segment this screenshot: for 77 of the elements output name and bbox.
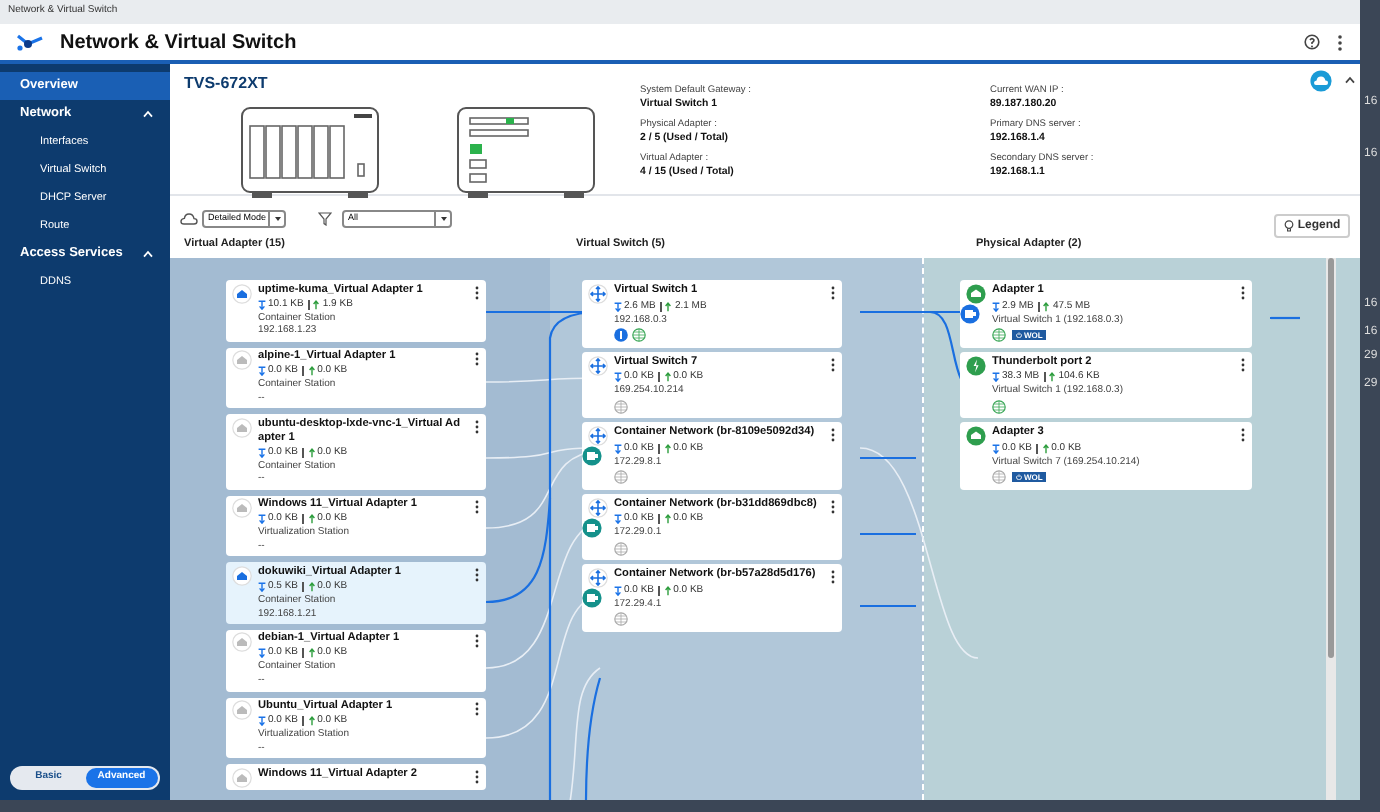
power-icon — [1016, 332, 1022, 338]
upload-arrow-icon — [663, 372, 672, 382]
dropdown-caret-icon — [273, 215, 281, 221]
download-arrow-icon — [614, 443, 622, 453]
collapse-caret-icon[interactable] — [1344, 76, 1356, 84]
more-icon[interactable] — [830, 499, 836, 513]
upload-arrow-icon — [663, 443, 672, 453]
more-icon[interactable] — [1240, 428, 1246, 442]
power-icon — [1016, 474, 1022, 480]
download-arrow-icon — [992, 372, 1000, 382]
download-arrow-icon — [258, 581, 266, 592]
upload-arrow-icon — [307, 514, 316, 525]
filter-icon — [318, 211, 332, 225]
nas-back-drawing — [456, 106, 596, 200]
port-icon[interactable] — [960, 304, 980, 324]
download-arrow-icon — [614, 301, 622, 311]
ethernet-icon — [966, 426, 986, 446]
more-icon[interactable] — [830, 357, 836, 371]
help-icon[interactable] — [1304, 34, 1320, 50]
more-icon[interactable] — [474, 567, 480, 582]
upload-arrow-icon — [664, 301, 673, 311]
more-icon[interactable] — [830, 286, 836, 300]
download-arrow-icon — [258, 447, 266, 458]
upload-arrow-icon — [663, 585, 672, 595]
lightbulb-icon — [1283, 220, 1294, 232]
port-icon[interactable] — [582, 588, 602, 608]
connection-line — [1270, 316, 1300, 320]
upload-arrow-icon — [312, 299, 321, 309]
upload-arrow-icon — [1041, 443, 1050, 453]
scrollbar[interactable] — [1326, 258, 1336, 800]
upload-arrow-icon — [307, 581, 316, 592]
network-logo-icon — [16, 32, 44, 52]
more-icon[interactable] — [474, 769, 480, 784]
download-arrow-icon — [614, 585, 622, 595]
more-icon[interactable] — [474, 500, 480, 515]
upload-arrow-icon — [307, 447, 316, 458]
thunderbolt-icon — [966, 355, 986, 375]
upload-arrow-icon — [307, 716, 316, 727]
device-name: TVS-672XT — [184, 72, 270, 96]
ethernet-icon — [966, 284, 986, 304]
upload-arrow-icon — [1048, 372, 1057, 382]
download-arrow-icon — [258, 648, 266, 659]
upload-arrow-icon — [307, 366, 316, 377]
download-arrow-icon — [614, 514, 622, 524]
cloud-icon[interactable] — [1310, 70, 1332, 92]
more-icon[interactable] — [1240, 286, 1246, 300]
virtual-adapter-icon — [232, 767, 252, 788]
dropdown-caret-icon — [439, 215, 447, 221]
more-icon[interactable] — [474, 702, 480, 717]
download-arrow-icon — [992, 443, 1000, 453]
more-icon[interactable] — [1240, 357, 1246, 371]
cloud-outline-icon — [180, 211, 198, 225]
download-arrow-icon — [992, 301, 1000, 311]
switch-icon — [588, 568, 608, 588]
port-icon[interactable] — [582, 517, 602, 537]
switch-icon — [588, 497, 608, 517]
download-arrow-icon — [258, 514, 266, 525]
upload-arrow-icon — [663, 514, 672, 524]
more-icon[interactable] — [474, 634, 480, 649]
download-arrow-icon — [258, 299, 266, 309]
upload-arrow-icon — [1042, 301, 1051, 311]
more-icon[interactable] — [830, 428, 836, 442]
download-arrow-icon — [258, 366, 266, 377]
more-icon[interactable] — [474, 285, 480, 299]
more-icon[interactable] — [474, 352, 480, 367]
more-icon[interactable] — [474, 419, 480, 434]
switch-icon — [588, 426, 608, 446]
more-icon[interactable] — [830, 570, 836, 584]
download-arrow-icon — [258, 716, 266, 727]
download-arrow-icon — [614, 372, 622, 382]
upload-arrow-icon — [307, 648, 316, 659]
port-icon[interactable] — [582, 446, 602, 466]
switch-icon — [588, 355, 608, 375]
more-icon[interactable] — [1336, 33, 1344, 51]
switch-icon — [588, 284, 608, 304]
app-title: Network & Virtual Switch — [60, 29, 297, 57]
nas-front-drawing — [240, 106, 380, 200]
